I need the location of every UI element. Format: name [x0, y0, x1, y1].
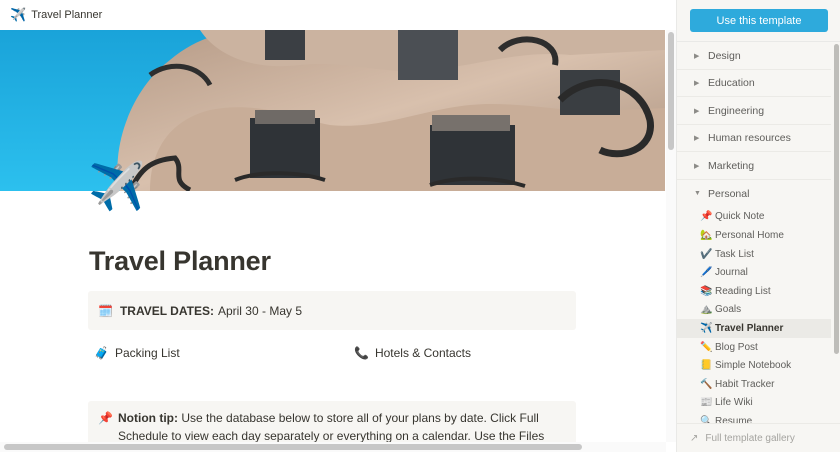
topbar: ✈️ Travel Planner	[0, 0, 676, 30]
template-habit-tracker[interactable]: 🔨 Habit Tracker	[677, 375, 831, 394]
page-airplane-icon[interactable]: ✈️	[88, 163, 145, 209]
category-design[interactable]: ▶ Design	[677, 43, 831, 70]
triangle-right-icon: ▶	[694, 108, 700, 115]
template-blog-post[interactable]: ✏️ Blog Post	[677, 338, 831, 357]
checkmark-icon: ✔️	[700, 249, 713, 260]
triangle-down-icon: ▼	[694, 190, 701, 197]
arrow-up-right-icon: ↗	[690, 432, 699, 444]
category-human-resources[interactable]: ▶ Human resources	[677, 125, 831, 152]
newspaper-icon: 📰	[700, 397, 713, 408]
triangle-right-icon: ▶	[694, 80, 700, 87]
template-task-list[interactable]: ✔️ Task List	[677, 245, 831, 264]
category-engineering[interactable]: ▶ Engineering	[677, 98, 831, 125]
tip-label: Notion tip:	[118, 411, 178, 425]
hotels-contacts-link[interactable]: 📞 Hotels & Contacts	[354, 346, 471, 360]
divider	[677, 41, 840, 42]
hotels-contacts-label: Hotels & Contacts	[374, 346, 471, 360]
template-reading-list[interactable]: 📚 Reading List	[677, 282, 831, 301]
breadcrumb-title[interactable]: Travel Planner	[31, 9, 102, 21]
travel-dates-value: April 30 - May 5	[217, 303, 302, 318]
template-journal[interactable]: 🖊️ Journal	[677, 263, 831, 282]
triangle-right-icon: ▶	[694, 163, 700, 170]
mountain-icon: ⛰️	[700, 304, 713, 315]
template-travel-planner[interactable]: ✈️ Travel Planner	[677, 319, 831, 338]
vertical-scrollbar[interactable]	[666, 30, 676, 442]
gallery-link-label: Full template gallery	[705, 432, 795, 444]
notebook-icon: 📒	[700, 360, 713, 371]
template-simple-notebook[interactable]: 📒 Simple Notebook	[677, 356, 831, 375]
horizontal-scroll-thumb[interactable]	[4, 444, 582, 450]
use-template-button[interactable]: Use this template	[690, 9, 828, 32]
template-goals[interactable]: ⛰️ Goals	[677, 300, 831, 319]
sidebar-scrollbar[interactable]	[833, 42, 840, 422]
pushpin-icon: 📌	[98, 411, 113, 425]
books-icon: 📚	[700, 286, 713, 297]
airplane-icon: ✈️	[10, 7, 27, 22]
category-marketing[interactable]: ▶ Marketing	[677, 153, 831, 180]
phone-icon: 📞	[354, 346, 369, 360]
hammer-icon: 🔨	[700, 379, 713, 390]
pen-icon: 🖊️	[700, 267, 713, 278]
pencil-icon: ✏️	[700, 342, 713, 353]
pushpin-icon: 📌	[700, 211, 713, 222]
vertical-scroll-thumb[interactable]	[668, 32, 674, 150]
calendar-icon: 🗓️	[98, 303, 113, 318]
house-icon: 🏡	[700, 230, 713, 241]
template-life-wiki[interactable]: 📰 Life Wiki	[677, 393, 831, 412]
category-personal[interactable]: ▼ Personal	[677, 180, 831, 207]
sidebar-scroll-thumb[interactable]	[834, 44, 839, 354]
triangle-right-icon: ▶	[694, 53, 700, 60]
travel-dates-callout: 🗓️ TRAVEL DATES: April 30 - May 5	[88, 291, 576, 330]
triangle-right-icon: ▶	[694, 135, 700, 142]
travel-dates-label: TRAVEL DATES:	[119, 303, 214, 318]
template-personal-home[interactable]: 🏡 Personal Home	[677, 226, 831, 245]
packing-list-label: Packing List	[114, 346, 180, 360]
airplane-icon: ✈️	[700, 323, 713, 334]
template-sidebar: Use this template ▶ Design ▶ Education ▶ En…	[676, 0, 840, 452]
category-education[interactable]: ▶ Education	[677, 70, 831, 97]
page-title[interactable]: Travel Planner	[89, 246, 271, 277]
template-quick-note[interactable]: 📌 Quick Note	[677, 207, 831, 226]
packing-list-link[interactable]: 🧳 Packing List	[94, 346, 180, 360]
main-pane: ✈️ Travel Planner ✈️ Travel Planner 🗓️ T…	[0, 0, 676, 452]
full-template-gallery-link[interactable]: ↗ Full template gallery	[677, 423, 840, 452]
horizontal-scrollbar[interactable]	[0, 442, 666, 452]
luggage-icon: 🧳	[94, 346, 109, 360]
